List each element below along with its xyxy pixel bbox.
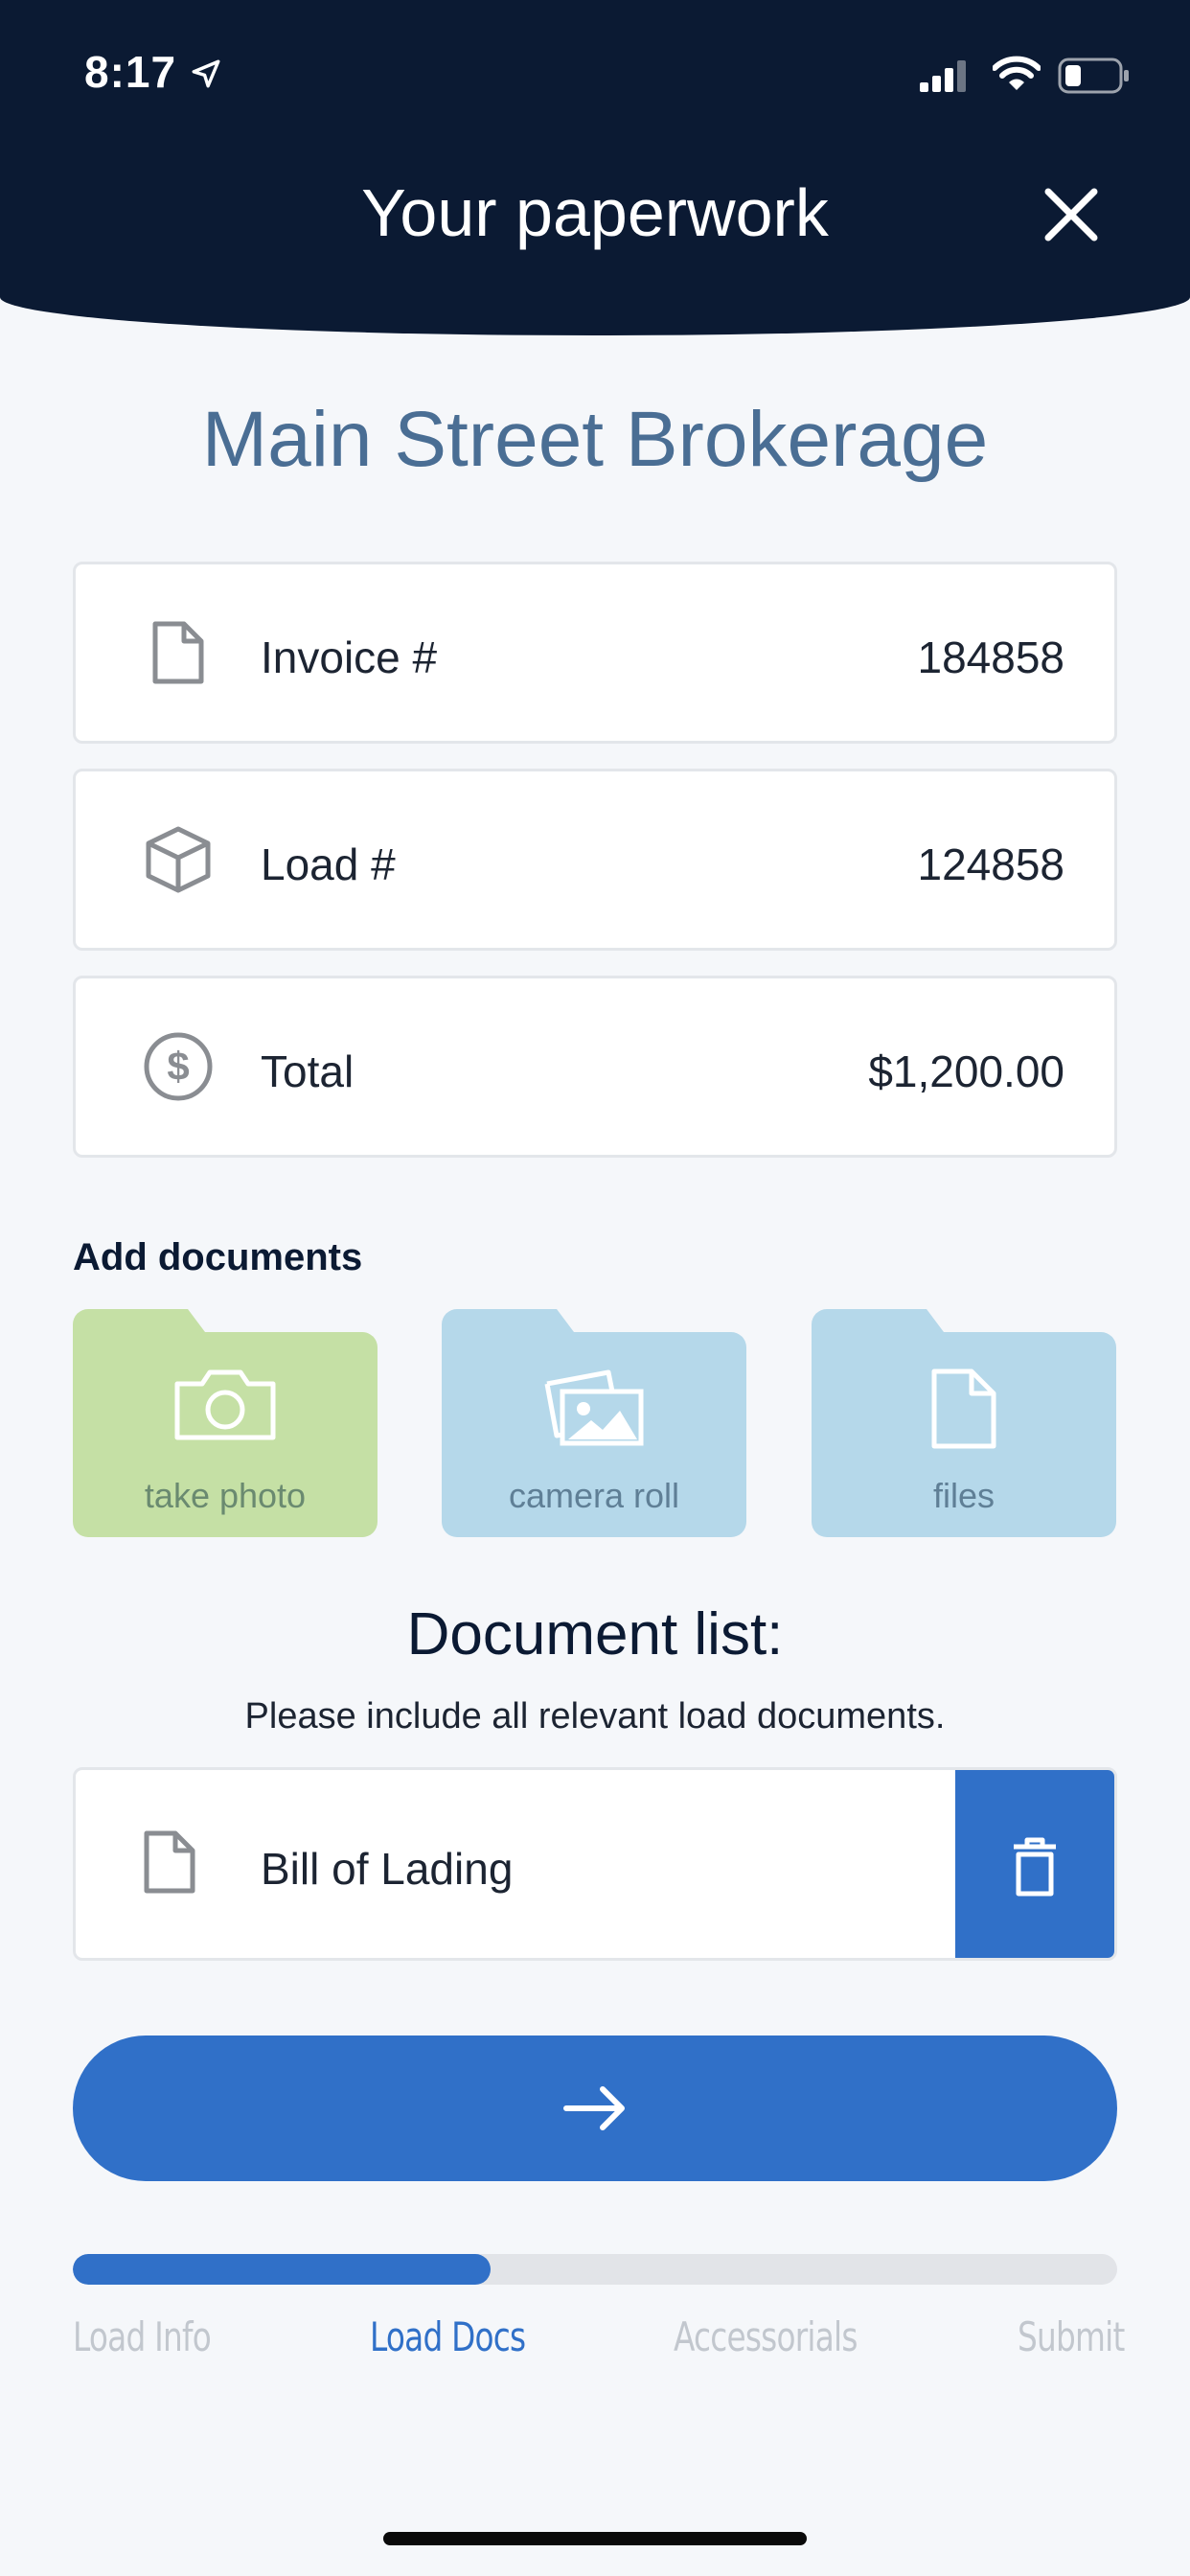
camera-roll-button[interactable]: camera roll: [442, 1309, 746, 1537]
total-card: $ Total $1,200.00: [73, 976, 1117, 1158]
take-photo-button[interactable]: take photo: [73, 1309, 378, 1537]
invoice-label: Invoice #: [261, 632, 438, 682]
step-submit: Submit: [1018, 2313, 1125, 2360]
add-documents-label: Add documents: [73, 1236, 363, 1278]
dollar-icon: $: [144, 1032, 213, 1101]
svg-text:$: $: [167, 1044, 189, 1089]
invoice-value: 184858: [917, 632, 1065, 682]
files-label: files: [932, 1476, 995, 1515]
document-list-subtitle: Please include all relevant load documen…: [244, 1696, 946, 1736]
progress-bar: [73, 2254, 1117, 2285]
close-button[interactable]: [1037, 180, 1106, 249]
wifi-icon: [993, 56, 1041, 90]
step-load-info: Load Info: [73, 2313, 212, 2360]
home-indicator: [383, 2532, 807, 2545]
brokerage-name: Main Street Brokerage: [201, 396, 989, 483]
file-icon: [931, 1368, 996, 1449]
total-value: $1,200.00: [868, 1046, 1064, 1096]
files-button[interactable]: files: [812, 1309, 1116, 1537]
trash-icon: [1014, 1837, 1056, 1897]
load-value: 124858: [917, 840, 1065, 889]
take-photo-label: take photo: [144, 1476, 307, 1515]
photos-icon: [544, 1369, 644, 1446]
delete-document-button[interactable]: [955, 1770, 1114, 1958]
total-label: Total: [261, 1046, 355, 1096]
step-accessorials: Accessorials: [674, 2313, 858, 2360]
location-arrow-icon: [192, 59, 220, 88]
header-bar: 8:17 Your paperwork: [0, 0, 1190, 335]
invoice-card: Invoice # 184858: [73, 562, 1117, 744]
document-icon: [152, 621, 204, 684]
next-button[interactable]: [73, 2036, 1117, 2181]
status-time: 8:17: [84, 47, 177, 97]
camera-roll-label: camera roll: [508, 1476, 680, 1515]
step-load-docs: Load Docs: [370, 2313, 526, 2360]
document-icon: [144, 1830, 195, 1894]
list-item[interactable]: Bill of Lading: [73, 1767, 1117, 1961]
progress-fill: [73, 2254, 491, 2285]
arrow-right-icon: [563, 2086, 625, 2130]
box-icon: [146, 826, 211, 893]
load-card: Load # 124858: [73, 769, 1117, 951]
load-label: Load #: [261, 840, 396, 889]
cellular-signal-icon: [920, 60, 966, 92]
page-title: Your paperwork: [361, 175, 829, 250]
document-name: Bill of Lading: [261, 1844, 514, 1894]
camera-icon: [174, 1369, 276, 1440]
close-icon: [1044, 188, 1098, 242]
document-list-title: Document list:: [406, 1601, 784, 1668]
battery-icon: [1058, 58, 1129, 94]
